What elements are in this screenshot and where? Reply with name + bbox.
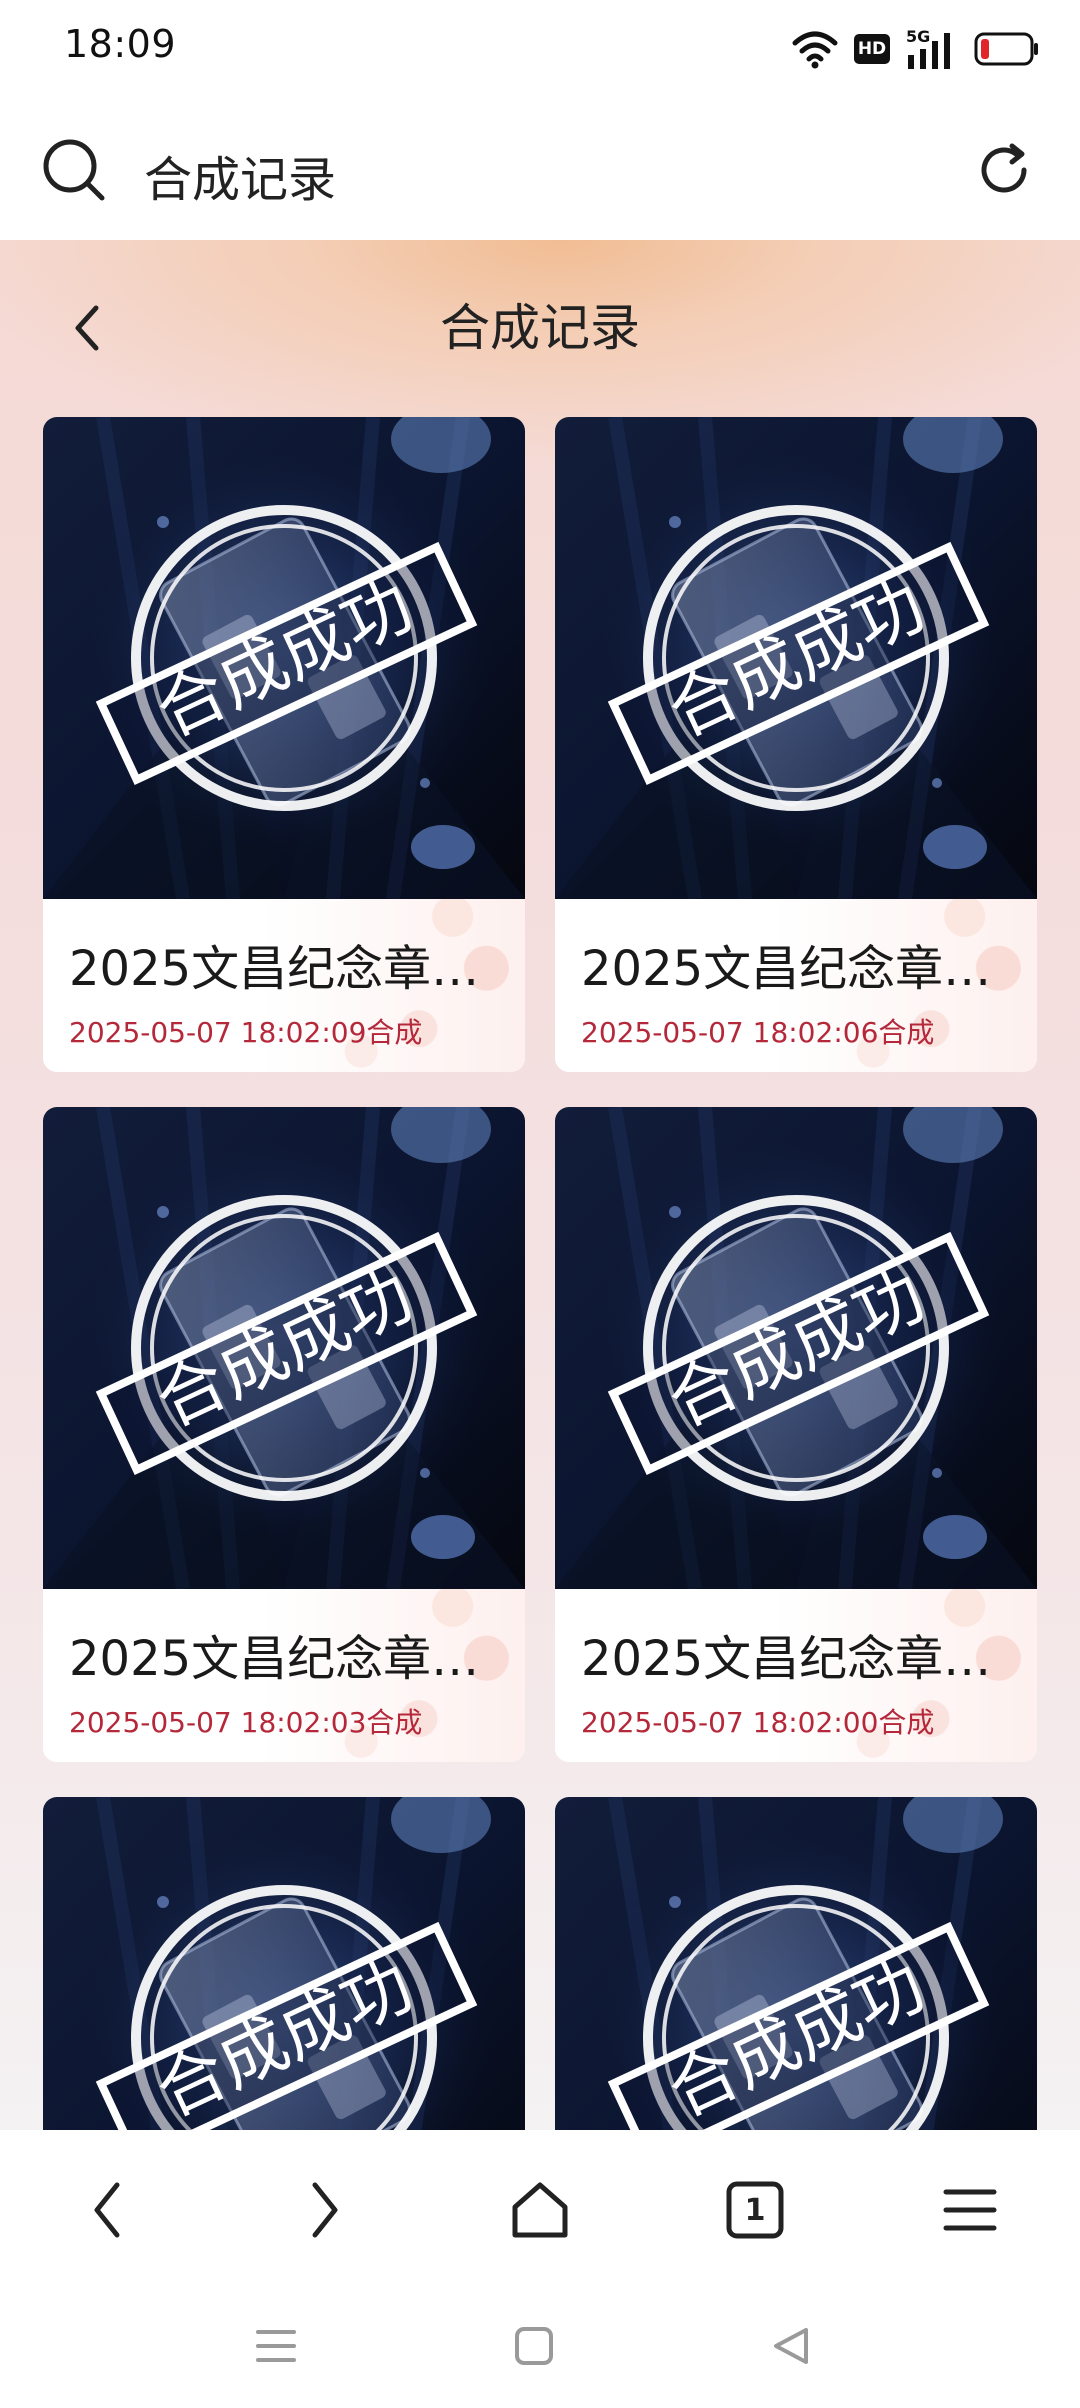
tabs-icon[interactable]: 1 [715, 2170, 795, 2250]
card-image: 合成成功 [43, 1107, 525, 1589]
card-image: 合成成功 [555, 1797, 1037, 2130]
record-card[interactable]: 合成成功 2025文昌纪念章白... 2025-05-07 18:02:06合成 [555, 417, 1037, 1072]
card-info: 2025文昌纪念章白... 2025-05-07 18:02:06合成 [555, 899, 1037, 1072]
card-name: 2025文昌纪念章白... [581, 1631, 1021, 1687]
signal-5g-icon: 5G [906, 27, 958, 69]
hd-icon: HD [854, 34, 890, 64]
page-header: 合成记录 [0, 240, 1080, 410]
home-square-icon[interactable] [504, 2316, 564, 2376]
record-grid: 合成成功 2025文昌纪念章白... 2025-05-07 18:02:09合成… [43, 417, 1037, 2130]
card-image: 合成成功 [555, 1107, 1037, 1589]
status-bar: 18:09 HD 5G [0, 0, 1080, 100]
record-card[interactable]: 合成成功 2025文昌纪念章白... 2025-05-07 18:02:03合成 [43, 1107, 525, 1762]
back-icon[interactable] [68, 2170, 148, 2250]
search-icon[interactable] [40, 136, 106, 202]
home-icon[interactable] [500, 2170, 580, 2250]
card-info: 2025文昌纪念章白... 2025-05-07 18:02:03合成 [43, 1589, 525, 1762]
card-info: 2025文昌纪念章白... 2025-05-07 18:02:00合成 [555, 1589, 1037, 1762]
card-name: 2025文昌纪念章白... [69, 1631, 509, 1687]
address-input[interactable]: 合成记录 [144, 140, 336, 210]
card-image: 合成成功 [43, 417, 525, 899]
browser-address-bar: 合成记录 [0, 100, 1080, 240]
forward-icon[interactable] [284, 2170, 364, 2250]
record-card[interactable]: 合成成功 [555, 1797, 1037, 2130]
back-triangle-icon[interactable] [762, 2316, 822, 2376]
system-nav-bar [0, 2280, 1080, 2408]
record-card[interactable]: 合成成功 2025文昌纪念章白... 2025-05-07 18:02:00合成 [555, 1107, 1037, 1762]
card-image: 合成成功 [43, 1797, 525, 2130]
card-name: 2025文昌纪念章白... [69, 941, 509, 997]
network-label: 5G [906, 27, 931, 46]
page-title: 合成记录 [440, 299, 640, 357]
card-time: 2025-05-07 18:02:06合成 [581, 1016, 935, 1049]
card-image: 合成成功 [555, 417, 1037, 899]
record-card[interactable]: 合成成功 2025文昌纪念章白... 2025-05-07 18:02:09合成 [43, 417, 525, 1072]
tab-count: 1 [744, 2192, 766, 2228]
status-icons: HD 5G [792, 24, 1040, 74]
refresh-icon[interactable] [972, 138, 1036, 202]
web-page: 合成记录 合成成功 2025文昌纪念章白... 2025-05-07 18:02… [0, 240, 1080, 2130]
record-card[interactable]: 合成成功 [43, 1797, 525, 2130]
wifi-icon [792, 31, 838, 69]
battery-low-icon [974, 32, 1038, 66]
card-time: 2025-05-07 18:02:09合成 [69, 1016, 423, 1049]
card-time: 2025-05-07 18:02:00合成 [581, 1706, 935, 1739]
card-name: 2025文昌纪念章白... [581, 941, 1021, 997]
recents-icon[interactable] [246, 2316, 306, 2376]
card-time: 2025-05-07 18:02:03合成 [69, 1706, 423, 1739]
menu-icon[interactable] [930, 2170, 1010, 2250]
card-info: 2025文昌纪念章白... 2025-05-07 18:02:09合成 [43, 899, 525, 1072]
browser-toolbar: 1 [0, 2130, 1080, 2280]
status-time: 18:09 [64, 22, 177, 66]
